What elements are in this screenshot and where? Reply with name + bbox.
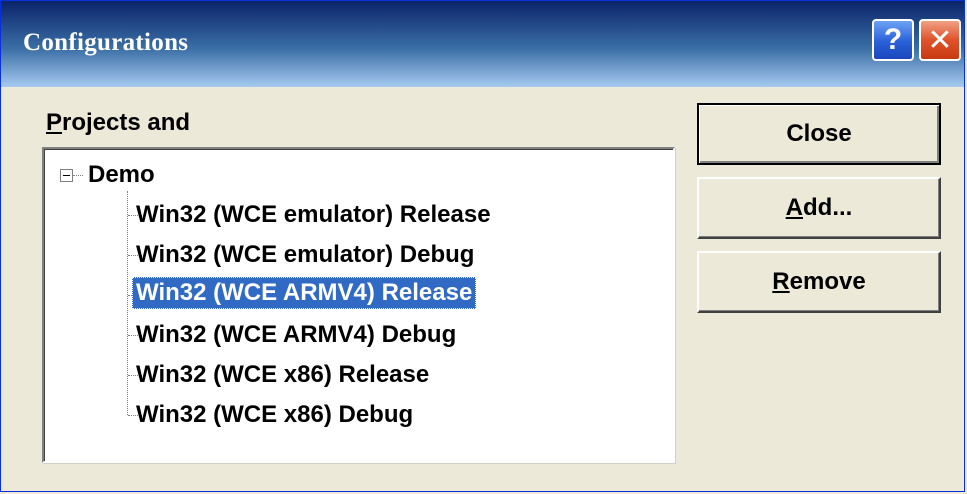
close-window-button[interactable]: ✕	[919, 19, 961, 61]
add-button-label: Add...	[786, 194, 853, 222]
add-label-rest: dd...	[803, 194, 853, 221]
tree-item-wce-x86-release[interactable]: Win32 (WCE x86) Release	[136, 359, 429, 391]
close-icon: ✕	[927, 23, 953, 57]
title-bar[interactable]: Configurations ? ✕	[1, 1, 964, 87]
tree-item-wce-x86-debug[interactable]: Win32 (WCE x86) Debug	[136, 399, 413, 431]
close-button[interactable]: Close	[697, 103, 941, 165]
tree-root-demo[interactable]: Demo	[88, 159, 155, 191]
tree-item-wce-armv4-debug[interactable]: Win32 (WCE ARMV4) Debug	[136, 319, 456, 351]
help-button[interactable]: ?	[872, 19, 914, 61]
tree-collapse-icon[interactable]	[60, 169, 73, 182]
tree-item-wce-emulator-debug[interactable]: Win32 (WCE emulator) Debug	[136, 239, 474, 271]
remove-button-label: Remove	[772, 268, 865, 296]
tree-connector	[73, 175, 83, 176]
projects-label-accelerator: P	[46, 109, 63, 136]
help-icon: ?	[883, 23, 903, 56]
tree-item-wce-armv4-release[interactable]: Win32 (WCE ARMV4) Release	[132, 277, 477, 309]
tree-item-wce-emulator-release[interactable]: Win32 (WCE emulator) Release	[136, 199, 491, 231]
close-button-label: Close	[786, 120, 852, 147]
configurations-tree[interactable]: Demo Win32 (WCE emulator) Release Win32 …	[42, 147, 675, 463]
projects-label: Projects and	[46, 109, 190, 137]
remove-accelerator: R	[772, 268, 790, 295]
remove-button[interactable]: Remove	[697, 251, 941, 313]
projects-label-rest: rojects and	[62, 109, 191, 136]
add-accelerator: A	[785, 194, 803, 221]
window-title: Configurations	[23, 29, 189, 56]
remove-label-rest: emove	[789, 268, 866, 295]
add-button[interactable]: Add...	[697, 177, 941, 239]
configurations-dialog: Configurations ? ✕ Projects and Demo Win…	[0, 0, 965, 492]
tree-vertical-connector	[127, 191, 128, 415]
